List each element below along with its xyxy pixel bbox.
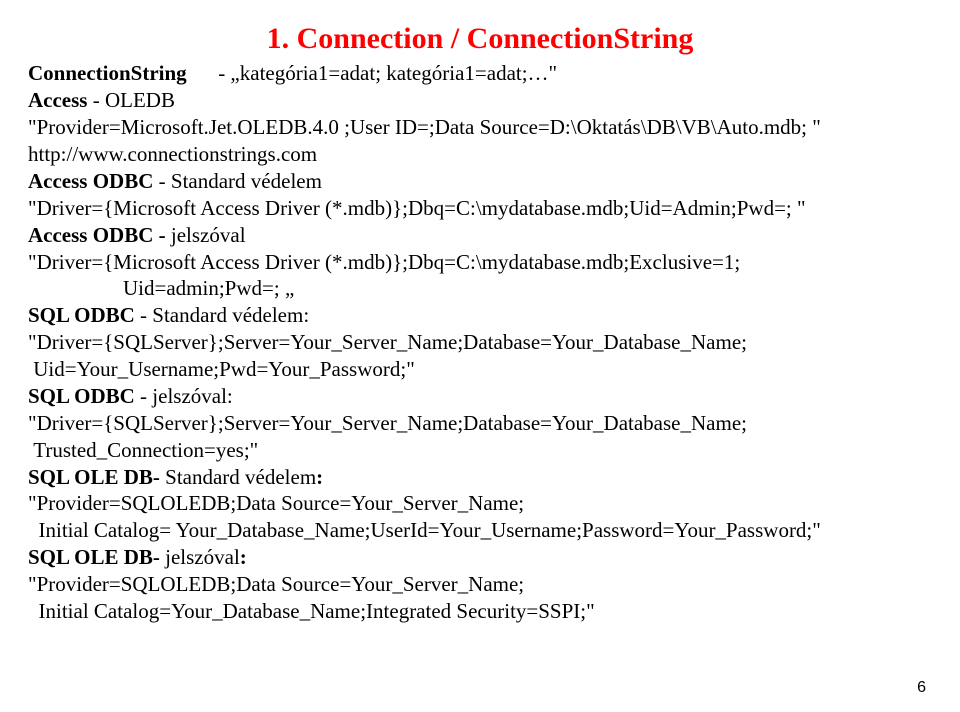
sql-odbc-password-connstr2: Trusted_Connection=yes;" — [28, 437, 932, 464]
sql-odbc-standard-heading: SQL ODBC - Standard védelem: — [28, 302, 932, 329]
sql-odbc-tail: - Standard védelem: — [135, 303, 309, 327]
sql-oledb-pw-colon: : — [240, 545, 247, 569]
sql-oledb-standard-text: Standard védelem — [165, 465, 316, 489]
page-number: 6 — [917, 678, 926, 698]
page-title: 1. Connection / ConnectionString — [28, 20, 932, 58]
access-odbc-standard-heading: Access ODBC - Standard védelem — [28, 168, 932, 195]
sql-odbc-password-heading: SQL ODBC - jelszóval: — [28, 383, 932, 410]
access-odbc-password-heading: Access ODBC - jelszóval — [28, 222, 932, 249]
sql-oledb-pw-dash: - — [153, 545, 165, 569]
sql-odbc-bold: SQL ODBC — [28, 303, 135, 327]
sql-oledb-colon: : — [316, 465, 323, 489]
sql-oledb-standard-connstr2: Initial Catalog= Your_Database_Name;User… — [28, 517, 932, 544]
access-oledb-connstr: "Provider=Microsoft.Jet.OLEDB.4.0 ;User … — [28, 114, 932, 141]
sql-oledb-pw-text: jelszóval — [165, 545, 240, 569]
sql-odbc-pw-bold: SQL ODBC — [28, 384, 135, 408]
sql-oledb-standard-heading: SQL OLE DB- Standard védelem: — [28, 464, 932, 491]
access-odbc-tail: - Standard védelem — [153, 169, 322, 193]
connectionstring-line: ConnectionString - „kategória1=adat; kat… — [28, 60, 932, 87]
sql-odbc-pw-tail: - jelszóval: — [135, 384, 233, 408]
access-odbc-standard-connstr: "Driver={Microsoft Access Driver (*.mdb)… — [28, 195, 932, 222]
sql-oledb-dash: - — [153, 465, 165, 489]
access-bold: Access — [28, 88, 87, 112]
access-oledb-heading: Access - OLEDB — [28, 87, 932, 114]
access-odbc-password-connstr1: "Driver={Microsoft Access Driver (*.mdb)… — [28, 249, 932, 276]
access-odbc-password-connstr2: Uid=admin;Pwd=; „ — [28, 275, 932, 302]
access-odbc-pw-bold: Access ODBC - — [28, 223, 171, 247]
connectionstring-label: ConnectionString — [28, 61, 187, 85]
connectionstring-value: - „kategória1=adat; kategória1=adat;…" — [187, 61, 557, 85]
access-odbc-pw-tail: jelszóval — [171, 223, 246, 247]
sql-oledb-pw-bold: SQL OLE DB — [28, 545, 153, 569]
sql-oledb-password-connstr2: Initial Catalog=Your_Database_Name;Integ… — [28, 598, 932, 625]
access-odbc-bold: Access ODBC — [28, 169, 153, 193]
sql-oledb-bold: SQL OLE DB — [28, 465, 153, 489]
oledb-tail: - OLEDB — [87, 88, 175, 112]
sql-odbc-standard-connstr2: Uid=Your_Username;Pwd=Your_Password;" — [28, 356, 932, 383]
sql-odbc-password-connstr1: "Driver={SQLServer};Server=Your_Server_N… — [28, 410, 932, 437]
sql-oledb-password-connstr1: "Provider=SQLOLEDB;Data Source=Your_Serv… — [28, 571, 932, 598]
sql-odbc-standard-connstr1: "Driver={SQLServer};Server=Your_Server_N… — [28, 329, 932, 356]
sql-oledb-password-heading: SQL OLE DB- jelszóval: — [28, 544, 932, 571]
sql-oledb-standard-connstr1: "Provider=SQLOLEDB;Data Source=Your_Serv… — [28, 490, 932, 517]
connectionstrings-url: http://www.connectionstrings.com — [28, 141, 932, 168]
